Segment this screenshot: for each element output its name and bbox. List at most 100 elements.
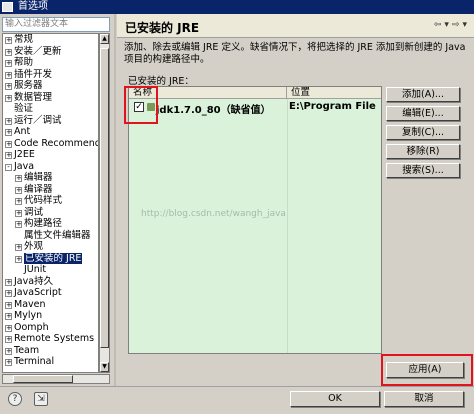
tree-item[interactable]: + Remote Systems (3, 333, 98, 345)
tree-item-label: JavaScript (14, 287, 62, 298)
tree-item-label: Terminal (14, 356, 55, 367)
expand-icon[interactable]: + (5, 140, 12, 148)
splitter[interactable] (114, 14, 116, 386)
tree-item-label: 编辑器 (24, 172, 53, 183)
hscroll-thumb[interactable] (13, 375, 73, 383)
column-location-header[interactable]: 位置 (287, 87, 381, 99)
ok-button[interactable]: OK (290, 391, 380, 407)
tree-vertical-scrollbar[interactable]: ▲ ▼ (99, 33, 110, 373)
tree-item[interactable]: + 编译器 (3, 184, 98, 196)
tree-item[interactable]: + 构建路径 (3, 218, 98, 230)
tree-item[interactable]: + 运行／调试 (3, 115, 98, 127)
tree-item[interactable]: + JavaScript (3, 287, 98, 299)
expand-icon[interactable]: + (5, 83, 12, 90)
tree-item[interactable]: + 常规 (3, 34, 98, 46)
expand-icon[interactable]: + (5, 278, 12, 286)
jre-table[interactable]: 名称 位置 ✓ jdk1.7.0_80（缺省值） E:\Program File… (128, 86, 382, 354)
remove-button[interactable]: 移除(R) (386, 144, 460, 159)
tree-item[interactable]: + Ant (3, 126, 98, 138)
jre-location-cell: E:\Program File (289, 101, 376, 112)
tree-item[interactable]: + 代码样式 (3, 195, 98, 207)
expand-icon[interactable]: + (15, 198, 22, 205)
tree-item[interactable]: + 安装／更新 (3, 46, 98, 58)
expand-icon[interactable]: + (5, 301, 12, 309)
tree-item-label: 帮助 (14, 57, 34, 68)
expand-icon[interactable]: + (5, 359, 12, 366)
tree-item[interactable]: + 外观 (3, 241, 98, 253)
expand-icon[interactable]: + (15, 221, 22, 228)
tree-item[interactable]: + Terminal (3, 356, 98, 368)
cancel-button[interactable]: 取消 (384, 391, 464, 407)
tree-item[interactable]: + 插件开发 (3, 69, 98, 81)
scroll-down-arrow-icon[interactable]: ▼ (100, 362, 109, 372)
tree-horizontal-scrollbar[interactable] (2, 374, 110, 384)
nav-arrows[interactable]: ⇦▾⇨▾ (434, 20, 470, 30)
tree-item[interactable]: + Team (3, 345, 98, 357)
tree-item-label: 代码样式 (24, 195, 63, 206)
app-icon (2, 2, 13, 12)
forward-menu-icon[interactable]: ▾ (462, 20, 470, 30)
expand-icon[interactable]: + (5, 129, 12, 136)
tree-item-label: 构建路径 (24, 218, 63, 229)
expand-icon[interactable]: + (5, 48, 12, 56)
tree-item-label: 运行／调试 (14, 114, 62, 126)
expand-icon[interactable]: + (5, 60, 12, 67)
back-arrow-icon[interactable]: ⇦ (434, 20, 445, 30)
watermark: http://blog.csdn.net/wangh_java (141, 209, 286, 219)
tree-item[interactable]: +Code Recommender (3, 138, 98, 150)
add-button[interactable]: 添加(A)... (386, 87, 460, 102)
tree-item[interactable]: + 数据管理 (3, 92, 98, 104)
tree-item[interactable]: + 服务器 (3, 80, 98, 92)
expand-icon[interactable]: + (5, 336, 12, 343)
tree-item[interactable]: - Java (3, 161, 98, 173)
filter-input[interactable]: 输入过滤器文本 (2, 17, 110, 32)
tree-item[interactable]: JUnit (3, 264, 98, 276)
tree-item-label: 常规 (14, 34, 34, 45)
expand-icon[interactable]: + (5, 324, 12, 332)
expand-icon[interactable]: + (5, 71, 12, 79)
annotation-box-apply (381, 354, 473, 386)
expand-icon[interactable]: + (5, 313, 12, 320)
jre-name-cell: jdk1.7.0_80（缺省值） (156, 105, 271, 116)
search-button[interactable]: 搜索(S)... (386, 163, 460, 178)
expand-icon[interactable]: + (5, 347, 12, 355)
expand-icon[interactable]: + (15, 255, 22, 263)
tree-item-label: Code Recommender (14, 137, 98, 149)
tree-item-label: JUnit (24, 264, 47, 275)
expand-icon[interactable]: + (5, 117, 12, 125)
annotation-box-checkbox (124, 86, 158, 124)
back-menu-icon[interactable]: ▾ (444, 20, 452, 30)
forward-arrow-icon[interactable]: ⇨ (452, 20, 463, 30)
tree-item[interactable]: + 调试 (3, 207, 98, 219)
table-row[interactable]: ✓ jdk1.7.0_80（缺省值） E:\Program File (129, 100, 381, 116)
export-icon[interactable]: ⇲ (34, 392, 48, 406)
expand-icon[interactable]: + (5, 37, 12, 44)
page-description: 添加、除去或编辑 JRE 定义。缺省情况下，将把选择的 JRE 添加到新创建的 … (124, 42, 466, 65)
expand-icon[interactable]: + (5, 94, 12, 102)
tree-item-label: Maven (14, 298, 46, 310)
tree-item[interactable]: + 编辑器 (3, 172, 98, 184)
help-icon[interactable]: ? (8, 392, 22, 406)
copy-button[interactable]: 复制(C)... (386, 125, 460, 140)
edit-button[interactable]: 编辑(E)... (386, 106, 460, 121)
tree-item[interactable]: + Java持久 (3, 276, 98, 288)
tree-item[interactable]: + Mylyn (3, 310, 98, 322)
preference-tree[interactable]: + 常规 + 安装／更新 + 帮助 + 插件开发 + 服务器 + 数据管理 验证 + 运行／调试 + Ant + C… (2, 33, 99, 373)
collapse-icon[interactable]: - (5, 163, 12, 171)
expand-icon[interactable]: + (15, 244, 22, 251)
expand-icon[interactable]: + (5, 290, 12, 297)
expand-icon[interactable]: + (15, 186, 22, 194)
tree-item[interactable]: 验证 (3, 103, 98, 115)
tree-item[interactable]: + 帮助 (3, 57, 98, 69)
expand-icon[interactable]: + (15, 209, 22, 217)
expand-icon[interactable]: + (15, 175, 22, 182)
tree-item[interactable]: + J2EE (3, 149, 98, 161)
tree-item[interactable]: 属性文件编辑器 (3, 230, 98, 242)
scroll-thumb[interactable] (100, 48, 109, 348)
tree-item[interactable]: + Maven (3, 299, 98, 311)
expand-icon[interactable]: + (5, 152, 12, 159)
tree-item[interactable]: + 已安装的 JRE (3, 252, 98, 265)
tree-item-label: Ant (14, 126, 31, 137)
scroll-up-arrow-icon[interactable]: ▲ (100, 34, 109, 44)
tree-item[interactable]: + Oomph (3, 322, 98, 334)
